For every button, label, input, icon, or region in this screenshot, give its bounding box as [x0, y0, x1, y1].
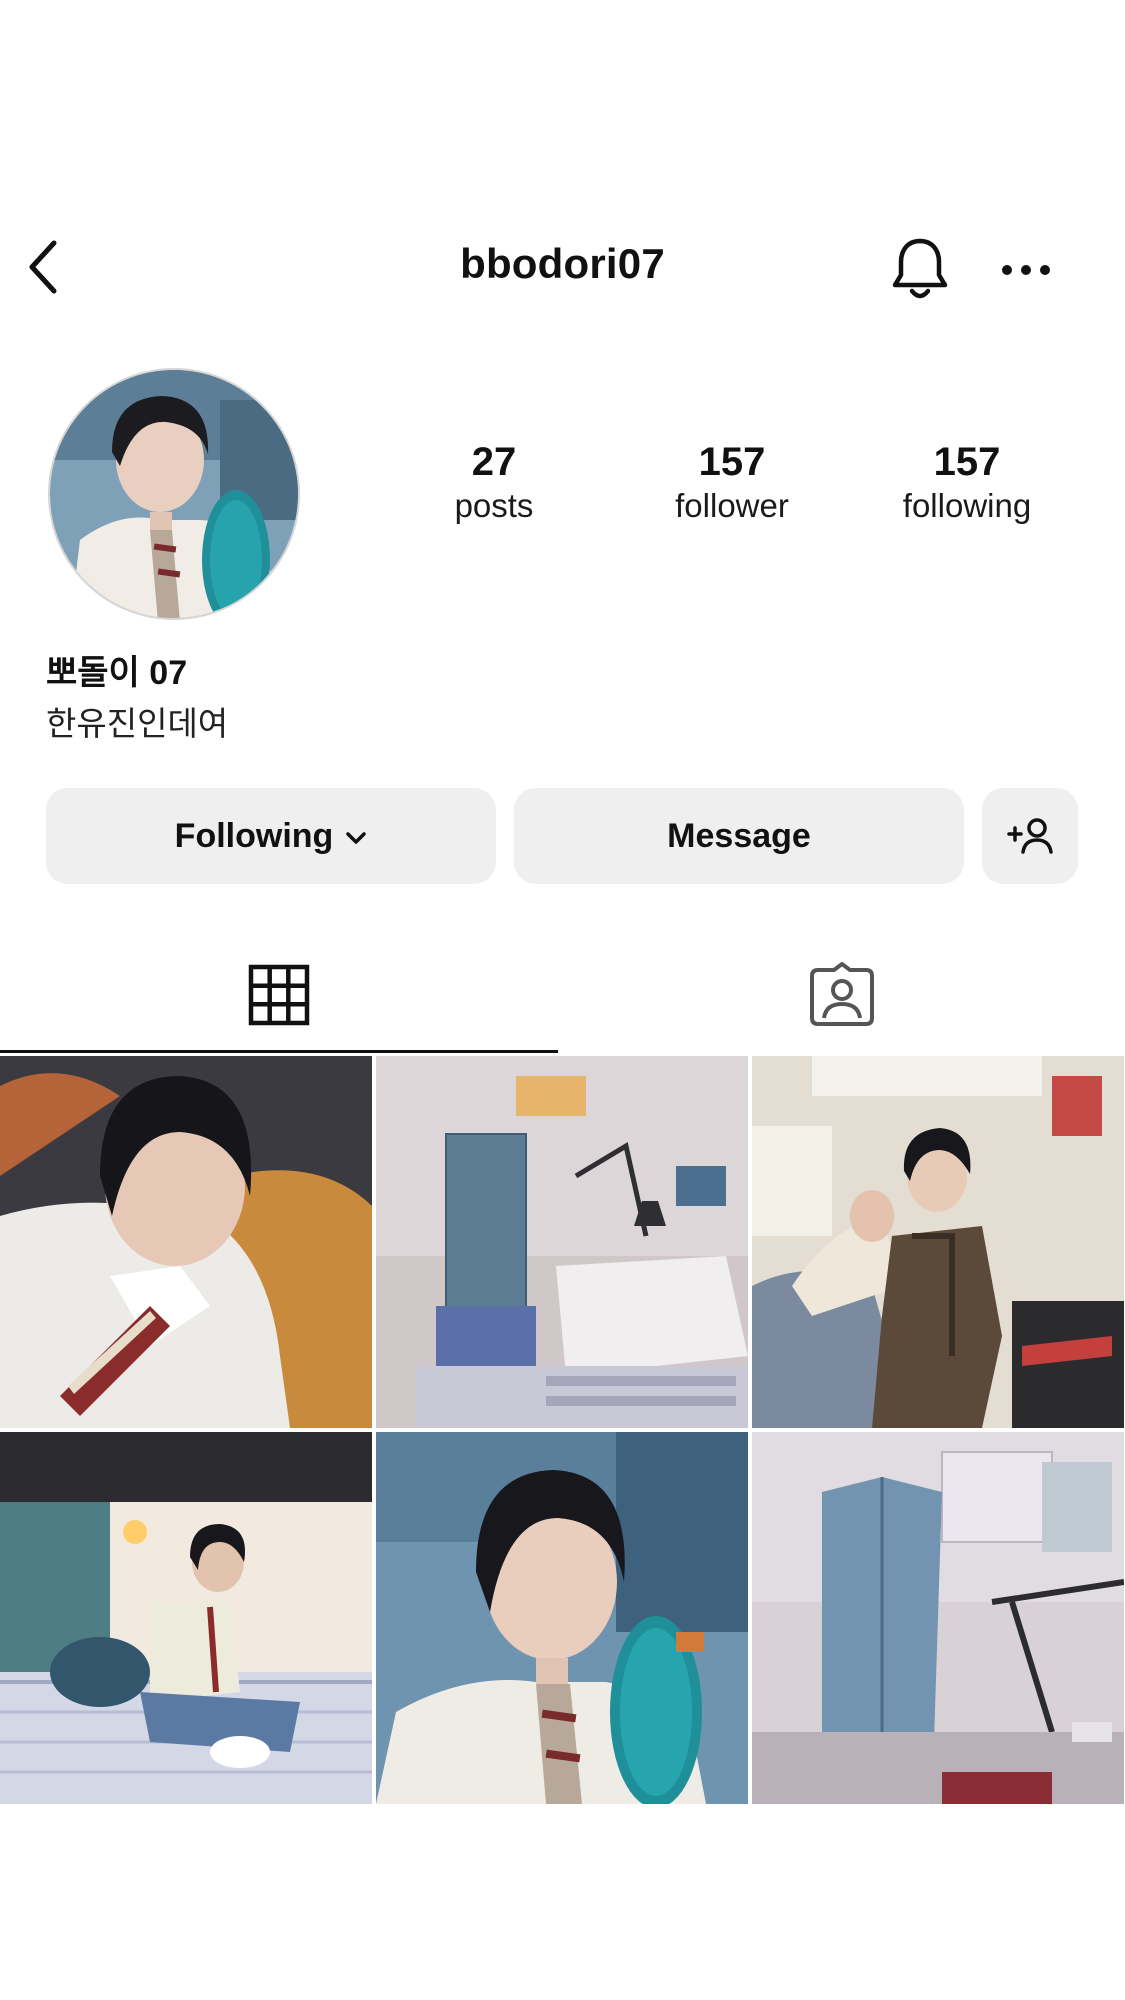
posts-count-label: posts — [454, 487, 534, 524]
post-image — [376, 1432, 748, 1804]
chevron-down-icon — [346, 832, 367, 844]
post-image — [752, 1432, 1124, 1804]
post-thumbnail[interactable] — [752, 1056, 1124, 1428]
profile-bio: 한유진인데여 — [46, 705, 229, 742]
following-count-number: 157 — [933, 440, 1001, 484]
followers-count-number: 157 — [698, 440, 766, 484]
post-thumbnail[interactable] — [376, 1432, 748, 1804]
tab-tagged-posts[interactable] — [558, 940, 1125, 1050]
notifications-button[interactable] — [885, 232, 955, 306]
tagged-person-icon — [809, 962, 874, 1026]
posts-count-number: 27 — [471, 440, 517, 484]
active-tab-indicator — [0, 1050, 558, 1053]
post-image — [376, 1056, 748, 1428]
message-button-label: Message — [667, 816, 811, 855]
bell-icon — [892, 238, 948, 299]
tab-posts-grid[interactable] — [0, 940, 558, 1050]
post-thumbnail[interactable] — [0, 1432, 372, 1804]
profile-display-name: 뽀돌이 07 — [46, 654, 188, 692]
followers-count[interactable]: 157 follower — [622, 440, 842, 528]
avatar-image — [50, 370, 298, 618]
following-button[interactable]: Following — [46, 788, 496, 884]
profile-username: bbodori07 — [460, 240, 665, 287]
post-thumbnail[interactable] — [752, 1432, 1124, 1804]
post-image — [752, 1056, 1124, 1428]
more-horizontal-icon — [1002, 265, 1050, 275]
add-person-icon — [1007, 818, 1053, 854]
grid-icon — [248, 964, 310, 1026]
post-thumbnail[interactable] — [376, 1056, 748, 1428]
message-button[interactable]: Message — [514, 788, 964, 884]
profile-avatar[interactable] — [48, 368, 300, 620]
post-thumbnail[interactable] — [0, 1056, 372, 1428]
followers-count-label: follower — [675, 487, 789, 524]
post-image — [0, 1432, 372, 1804]
post-image — [0, 1056, 372, 1428]
following-button-label: Following — [174, 816, 334, 855]
following-count[interactable]: 157 following — [857, 440, 1077, 528]
more-options-button[interactable] — [996, 245, 1056, 295]
posts-count[interactable]: 27 posts — [384, 440, 604, 528]
add-user-button[interactable] — [982, 788, 1078, 884]
following-count-label: following — [902, 487, 1032, 524]
